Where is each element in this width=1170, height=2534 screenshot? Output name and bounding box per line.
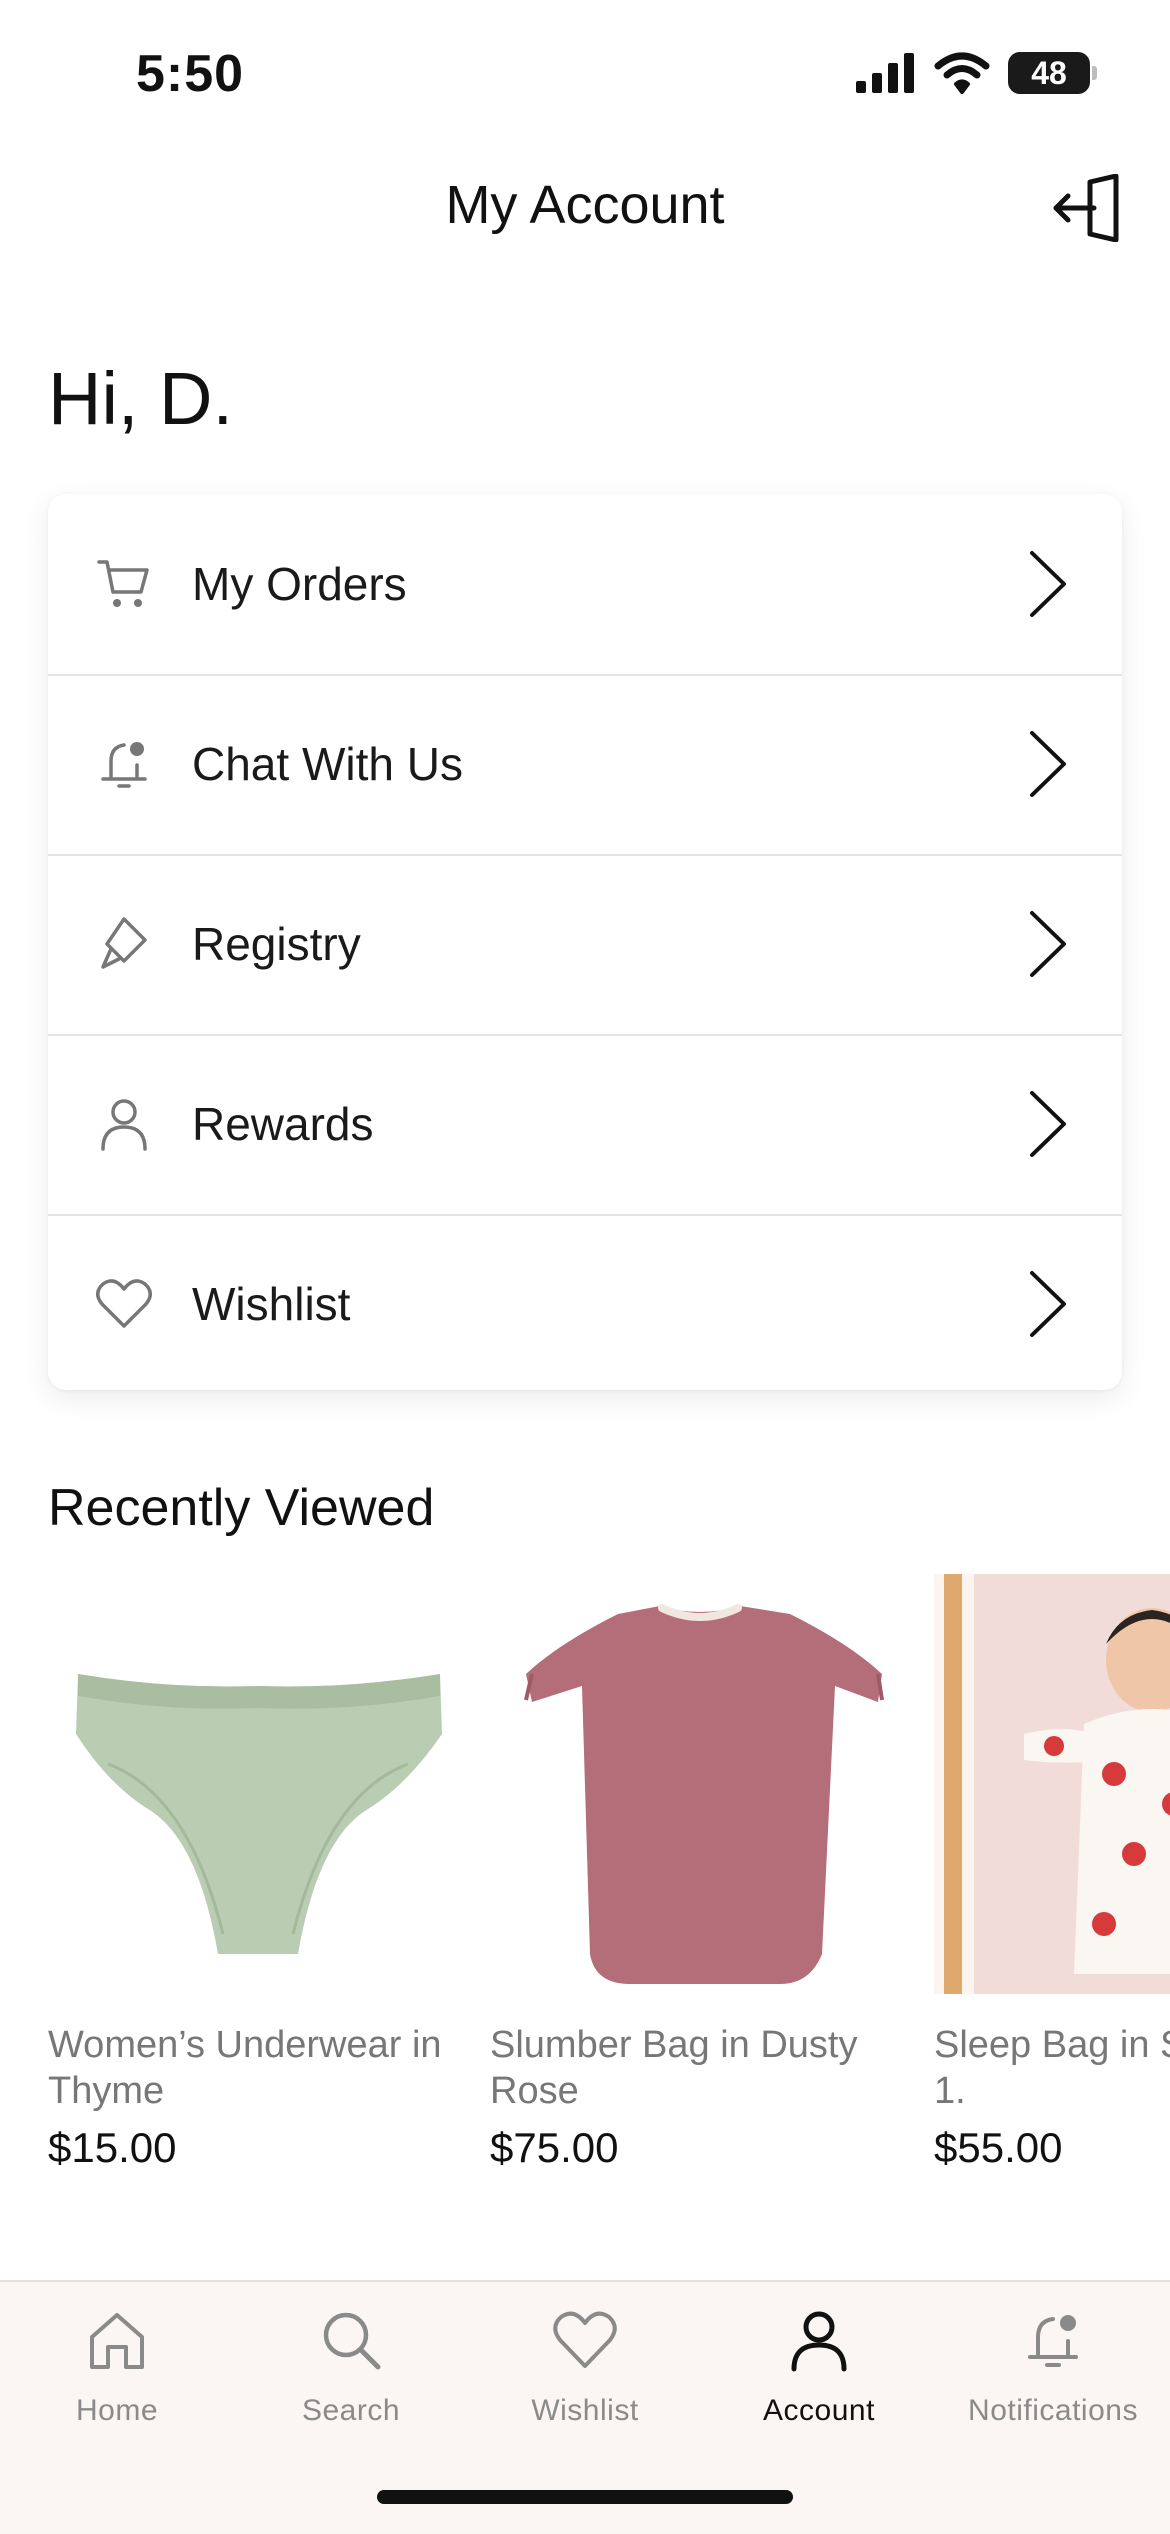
section-title-recently-viewed: Recently Viewed bbox=[48, 1479, 435, 1537]
menu-item-my-orders[interactable]: My Orders bbox=[48, 494, 1122, 674]
menu-item-label: Registry bbox=[192, 918, 361, 970]
product-image[interactable] bbox=[48, 1574, 468, 1994]
divider bbox=[48, 854, 1122, 856]
tab-label: Account bbox=[763, 2394, 875, 2427]
product-name: Women’s Underwear in Thyme bbox=[48, 2024, 442, 2112]
menu-item-label: My Orders bbox=[192, 558, 407, 610]
bell-dot-icon bbox=[1013, 2300, 1093, 2380]
menu-item-registry[interactable]: Registry bbox=[48, 854, 1122, 1034]
menu-item-label: Wishlist bbox=[192, 1278, 351, 1330]
recently-viewed-carousel[interactable]: Women’s Underwear in Thyme $15.00 Slumbe… bbox=[48, 1574, 1170, 2194]
product-price: $55.00 bbox=[934, 2124, 1063, 2171]
account-menu: My Orders Chat With Us Registry Rewards … bbox=[48, 494, 1122, 1390]
tab-account[interactable]: Account bbox=[702, 2300, 936, 2428]
tab-label: Home bbox=[75, 2394, 159, 2427]
menu-item-wishlist[interactable]: Wishlist bbox=[48, 1214, 1122, 1390]
person-icon bbox=[779, 2300, 859, 2380]
product-card[interactable]: Slumber Bag in Dusty Rose $75.00 bbox=[490, 1574, 910, 2172]
tab-label: Wishlist bbox=[531, 2394, 639, 2427]
home-icon bbox=[77, 2300, 157, 2380]
person-icon bbox=[94, 1094, 154, 1154]
battery-percentage: 48 bbox=[1031, 54, 1067, 91]
logout-button[interactable] bbox=[1046, 168, 1126, 248]
home-indicator bbox=[377, 2490, 793, 2504]
product-price: $15.00 bbox=[48, 2124, 177, 2171]
tab-label: Notifications bbox=[968, 2394, 1138, 2427]
tab-notifications[interactable]: Notifications bbox=[936, 2300, 1170, 2428]
product-image[interactable] bbox=[490, 1574, 910, 1994]
divider bbox=[48, 674, 1122, 676]
product-card[interactable]: Women’s Underwear in Thyme $15.00 bbox=[48, 1574, 468, 2172]
chevron-right-icon bbox=[1030, 731, 1066, 797]
product-card[interactable]: Sleep Bag in Strawberry 1. $55.00 bbox=[934, 1574, 1170, 2172]
heart-icon bbox=[94, 1274, 154, 1334]
cellular-signal-icon bbox=[856, 53, 914, 93]
menu-item-label: Rewards bbox=[192, 1098, 374, 1150]
tab-home[interactable]: Home bbox=[0, 2300, 234, 2428]
heart-icon bbox=[545, 2300, 625, 2380]
greeting: Hi, D. bbox=[48, 357, 233, 440]
menu-item-rewards[interactable]: Rewards bbox=[48, 1034, 1122, 1214]
product-price: $75.00 bbox=[490, 2124, 619, 2171]
menu-item-label: Chat With Us bbox=[192, 738, 463, 790]
tag-icon bbox=[94, 914, 154, 974]
chevron-right-icon bbox=[1030, 551, 1066, 617]
search-icon bbox=[311, 2300, 391, 2380]
cart-icon bbox=[94, 554, 154, 614]
status-icons: 48 bbox=[856, 52, 1097, 94]
divider bbox=[48, 1034, 1122, 1036]
product-name: Slumber Bag in Dusty Rose bbox=[490, 2024, 858, 2112]
chevron-right-icon bbox=[1030, 1271, 1066, 1337]
divider bbox=[48, 1214, 1122, 1216]
status-time: 5:50 bbox=[136, 45, 245, 103]
page-title: My Account bbox=[445, 175, 725, 235]
tab-label: Search bbox=[301, 2394, 401, 2427]
product-name: Sleep Bag in Strawberry 1. bbox=[934, 2024, 1170, 2112]
wifi-icon bbox=[934, 52, 990, 94]
logout-icon bbox=[1053, 174, 1119, 242]
battery-icon: 48 bbox=[1008, 52, 1097, 94]
tab-search[interactable]: Search bbox=[234, 2300, 468, 2428]
product-image[interactable] bbox=[934, 1574, 1170, 1994]
menu-item-chat-with-us[interactable]: Chat With Us bbox=[48, 674, 1122, 854]
tab-wishlist[interactable]: Wishlist bbox=[468, 2300, 702, 2428]
chevron-right-icon bbox=[1030, 1091, 1066, 1157]
bell-dot-icon bbox=[94, 734, 154, 794]
chevron-right-icon bbox=[1030, 911, 1066, 977]
